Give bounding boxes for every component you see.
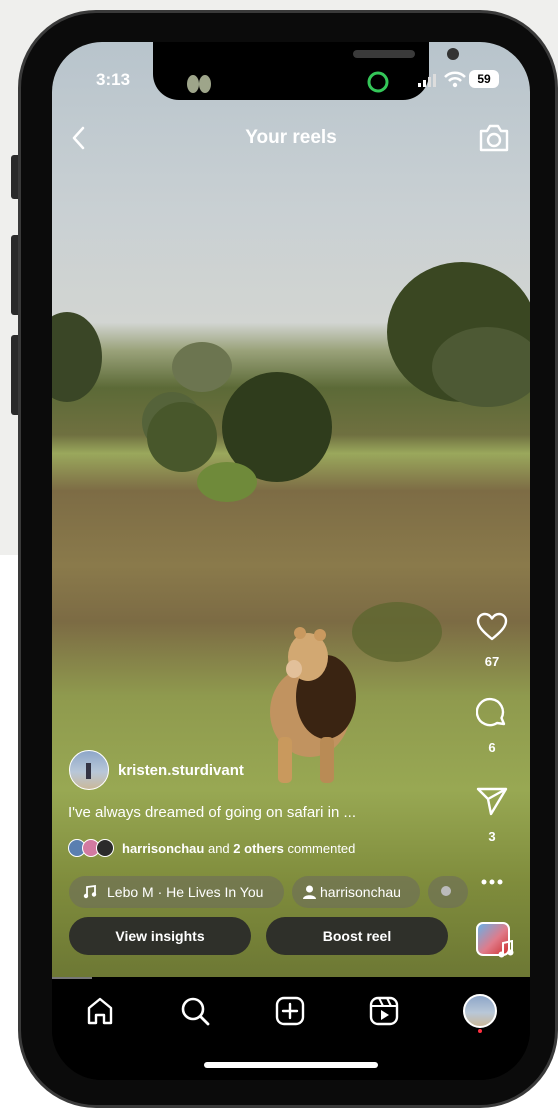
tagged-user-label: harrisonchau bbox=[320, 884, 401, 900]
front-camera bbox=[447, 48, 459, 60]
comment-icon[interactable] bbox=[476, 697, 508, 729]
reel-video[interactable] bbox=[52, 42, 530, 977]
likes-count[interactable]: 67 bbox=[472, 654, 512, 669]
create-icon[interactable] bbox=[275, 996, 305, 1026]
commenters-tail: commented bbox=[283, 841, 356, 856]
music-icon bbox=[498, 940, 514, 958]
share-icon[interactable] bbox=[476, 786, 508, 816]
home-icon[interactable] bbox=[86, 997, 114, 1025]
username[interactable]: kristen.sturdivant bbox=[118, 762, 244, 779]
user-avatar[interactable] bbox=[69, 750, 109, 790]
wifi-icon bbox=[444, 71, 466, 88]
caption[interactable]: I've always dreamed of going on safari i… bbox=[68, 804, 356, 821]
commenter-avatar bbox=[96, 839, 114, 857]
shares-count[interactable]: 3 bbox=[472, 829, 512, 844]
profile-avatar[interactable] bbox=[463, 994, 497, 1028]
reels-icon[interactable] bbox=[369, 996, 399, 1026]
commenters-others: 2 others bbox=[233, 841, 284, 856]
tagged-user-chip[interactable]: harrisonchau bbox=[292, 876, 420, 908]
video-progress-bar[interactable] bbox=[52, 977, 92, 979]
commenter-name: harrisonchau bbox=[122, 841, 205, 856]
boost-reel-button[interactable]: Boost reel bbox=[266, 917, 448, 955]
camera-icon[interactable] bbox=[478, 123, 510, 153]
audio-chip-label: Lebo M · He Lives In You bbox=[107, 884, 264, 900]
person-icon bbox=[303, 885, 316, 899]
more-icon[interactable] bbox=[480, 878, 504, 886]
chip-dot bbox=[441, 886, 451, 896]
notification-dot bbox=[478, 1029, 482, 1033]
search-icon[interactable] bbox=[180, 996, 210, 1026]
airpods-icon bbox=[187, 75, 211, 93]
avatar-figure bbox=[86, 763, 91, 779]
commenters-summary[interactable]: harrisonchau and 2 others commented bbox=[122, 841, 355, 856]
tree bbox=[52, 312, 102, 402]
heart-icon[interactable] bbox=[476, 612, 508, 642]
page-title: Your reels bbox=[245, 127, 337, 148]
lion bbox=[270, 627, 356, 783]
battery-icon: 59 bbox=[469, 70, 499, 88]
tree bbox=[172, 342, 232, 392]
signal-icon bbox=[418, 74, 436, 87]
tree bbox=[147, 402, 217, 472]
screen: 3:13 59 Your reels 67 6 3 kristen.sturdi… bbox=[52, 42, 530, 1080]
home-indicator[interactable] bbox=[204, 1062, 378, 1068]
view-insights-button[interactable]: View insights bbox=[69, 917, 251, 955]
music-note-icon bbox=[83, 885, 97, 899]
airpods-connected-icon bbox=[367, 71, 389, 93]
commenters-joiner: and bbox=[204, 841, 234, 856]
comments-count[interactable]: 6 bbox=[472, 740, 512, 755]
speaker bbox=[353, 50, 415, 58]
audio-chip[interactable]: Lebo M · He Lives In You bbox=[69, 876, 284, 908]
bush bbox=[197, 462, 257, 502]
more-chip[interactable] bbox=[428, 876, 468, 908]
dynamic-island bbox=[170, 64, 402, 100]
status-time: 3:13 bbox=[96, 70, 131, 89]
